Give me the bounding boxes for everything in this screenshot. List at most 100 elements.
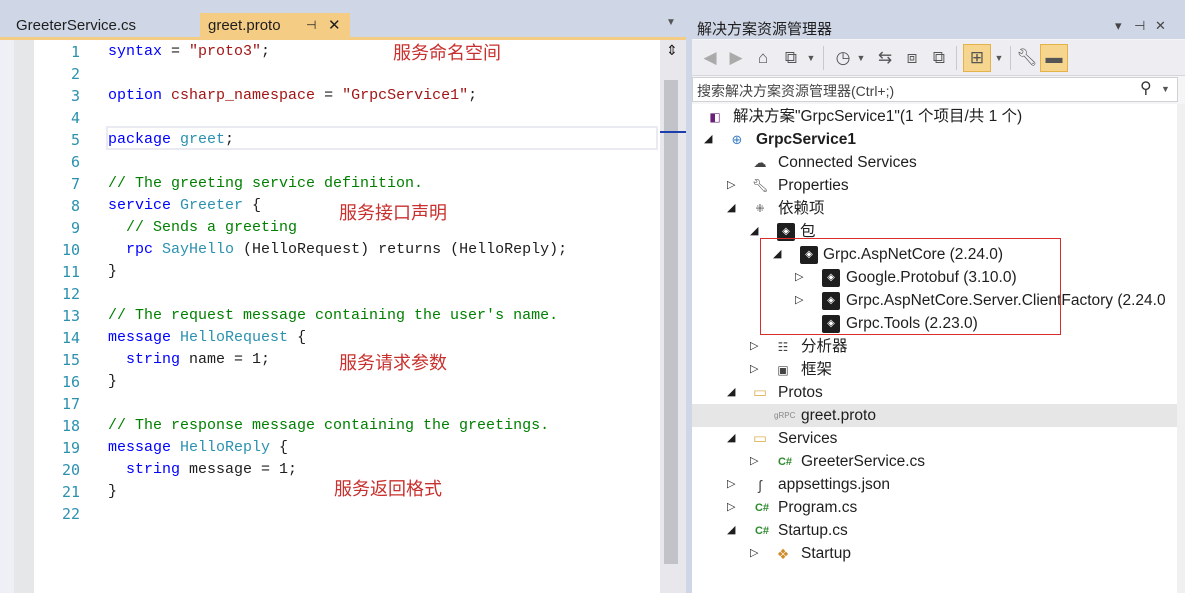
collapsed-arrow-icon[interactable]: ▷	[750, 335, 758, 358]
toolbar-separator	[823, 46, 824, 70]
scrollbar-thumb[interactable]	[664, 80, 678, 564]
expanded-arrow-icon[interactable]: ◢	[727, 381, 735, 404]
line-number: 9	[70, 219, 80, 237]
search-options-dropdown-icon[interactable]: ▼	[1161, 84, 1170, 94]
line-number: 6	[70, 153, 80, 171]
pin-icon[interactable]: ⊣	[306, 13, 316, 38]
line-number: 13	[61, 307, 80, 325]
line-number: 11	[61, 263, 80, 281]
grpc-file-icon: gRPC	[774, 411, 796, 420]
chevron-down-icon[interactable]: ▼	[988, 48, 1010, 68]
tree-item-greet-proto[interactable]: gRPC greet.proto	[692, 404, 1177, 427]
toolbar-separator	[1010, 46, 1011, 70]
tab-label: GreeterService.cs	[16, 17, 137, 34]
solution-explorer-title: 解决方案资源管理器	[697, 21, 833, 38]
line-number: 5	[70, 131, 80, 149]
line-number: 10	[61, 241, 80, 259]
annotation-request: 服务请求参数	[339, 353, 447, 374]
code-line-13: // The request message containing the us…	[108, 307, 559, 324]
collapsed-arrow-icon[interactable]: ▷	[727, 473, 735, 496]
pin-icon[interactable]: ⊣	[1134, 18, 1145, 34]
folder-icon: ▭	[752, 384, 768, 401]
line-number: 8	[70, 197, 80, 215]
framework-icon: ▣	[777, 363, 789, 377]
chevron-down-icon[interactable]: ▼	[850, 48, 872, 68]
expanded-arrow-icon[interactable]: ◢	[750, 220, 758, 243]
code-line-16: }	[108, 373, 118, 390]
collapsed-arrow-icon[interactable]: ▷	[727, 496, 735, 519]
search-placeholder: 搜索解决方案资源管理器(Ctrl+;)	[697, 83, 895, 99]
annotation-highlight-box	[760, 238, 1061, 335]
expanded-arrow-icon[interactable]: ◢	[727, 519, 735, 542]
search-icon[interactable]: ⚲	[1140, 78, 1152, 98]
switch-views-icon[interactable]: ⧉	[780, 48, 802, 68]
close-icon[interactable]: ✕	[328, 13, 341, 38]
solution-explorer-scrollbar[interactable]	[1177, 104, 1185, 593]
annotation-interface: 服务接口声明	[339, 203, 447, 224]
line-number: 21	[61, 483, 80, 501]
line-number: 1	[70, 43, 80, 61]
collapsed-arrow-icon[interactable]: ▷	[727, 174, 735, 197]
code-line-1: syntax = "proto3";	[108, 43, 271, 60]
code-line-14: message HelloRequest {	[108, 329, 307, 346]
home-icon[interactable]: ⌂	[752, 48, 774, 68]
tab-greet-proto[interactable]: greet.proto ⊣ ✕	[200, 13, 350, 38]
json-file-icon: ʃ	[758, 477, 762, 493]
dependencies-icon: ⁜	[755, 203, 765, 215]
window-options-icon[interactable]: ▾	[1115, 18, 1122, 34]
collapse-all-icon[interactable]: ⧈	[901, 48, 923, 68]
back-icon[interactable]: ◀	[699, 48, 721, 68]
collapsed-arrow-icon[interactable]: ▷	[750, 542, 758, 565]
line-number: 12	[61, 285, 80, 303]
expanded-arrow-icon[interactable]: ◢	[704, 128, 712, 151]
tab-greeterservice-cs[interactable]: GreeterService.cs	[0, 13, 200, 38]
tab-label: greet.proto	[208, 17, 281, 34]
code-line-15: string name = 1;	[126, 351, 271, 368]
analyzer-icon: ☷	[777, 340, 789, 354]
line-number: 17	[61, 395, 80, 413]
code-line-5: package greet;	[108, 131, 235, 148]
web-project-icon: ⊕	[731, 132, 743, 147]
csharp-file-icon: C#	[777, 456, 793, 468]
forward-icon[interactable]: ▶	[725, 48, 747, 68]
code-line-20: string message = 1;	[126, 461, 298, 478]
line-number: 4	[70, 109, 80, 127]
line-number: 20	[61, 461, 80, 479]
tab-list-dropdown-icon[interactable]: ▼	[666, 17, 676, 28]
code-line-18: // The response message containing the g…	[108, 417, 550, 434]
solution-icon: ◧	[709, 110, 721, 124]
close-icon[interactable]: ✕	[1155, 18, 1166, 34]
show-all-files-icon[interactable]: ⧉	[928, 48, 950, 68]
folder-icon: ▭	[752, 430, 768, 447]
code-line-10: rpc SayHello (HelloRequest) returns (Hel…	[126, 241, 568, 258]
expanded-arrow-icon[interactable]: ◢	[727, 427, 735, 450]
line-number: 2	[70, 65, 80, 83]
expanded-arrow-icon[interactable]: ◢	[727, 197, 735, 220]
code-line-21: }	[108, 483, 118, 500]
selection-margin	[14, 40, 34, 593]
toolbar-separator	[956, 46, 957, 70]
code-line-19: message HelloReply {	[108, 439, 289, 456]
code-line-3: option csharp_namespace = "GrpcService1"…	[108, 87, 478, 104]
preview-icon[interactable]: ▬	[1043, 48, 1065, 68]
csharp-file-icon: C#	[754, 525, 770, 537]
line-number: 16	[61, 373, 80, 391]
collapsed-arrow-icon[interactable]: ▷	[750, 358, 758, 381]
line-number: 7	[70, 175, 80, 193]
indicator-margin	[0, 40, 14, 593]
wrench-icon[interactable]: 🔧︎	[1016, 48, 1038, 68]
split-window-icon[interactable]: ⇕	[662, 43, 682, 59]
sync-icon[interactable]: ⇆	[874, 48, 896, 68]
csharp-file-icon: C#	[754, 502, 770, 514]
line-number: 3	[70, 87, 80, 105]
annotation-response: 服务返回格式	[334, 479, 442, 500]
code-editor[interactable]: syntax = "proto3"; option csharp_namespa…	[88, 40, 660, 593]
chevron-down-icon[interactable]: ▼	[800, 48, 822, 68]
hierarchy-icon[interactable]: ⊞	[966, 48, 988, 68]
class-icon: ❖	[776, 546, 790, 562]
line-number: 15	[61, 351, 80, 369]
collapsed-arrow-icon[interactable]: ▷	[750, 450, 758, 473]
code-line-9: // Sends a greeting	[126, 219, 298, 236]
annotation-namespace: 服务命名空间	[393, 43, 501, 64]
line-number: 22	[61, 505, 80, 523]
